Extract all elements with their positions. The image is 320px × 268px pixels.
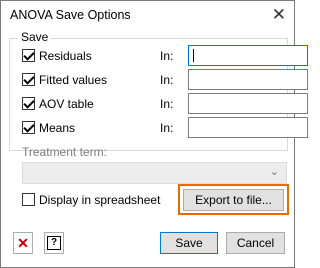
cancel-button[interactable]: Cancel	[226, 232, 285, 254]
residuals-checkbox[interactable]	[22, 49, 35, 62]
chevron-down-icon: ⌄	[269, 166, 279, 178]
aov-table-in-field[interactable]	[188, 93, 308, 114]
treatment-term-dropdown[interactable]: ⌄	[22, 162, 287, 184]
text-caret	[193, 49, 194, 62]
aov-table-label: AOV table	[39, 97, 94, 111]
export-to-file-button[interactable]: Export to file...	[183, 189, 284, 211]
fitted-values-checkbox[interactable]	[22, 73, 35, 86]
means-in-label: In:	[160, 121, 174, 135]
help-icon: ?	[47, 236, 61, 250]
save-button[interactable]: Save	[160, 232, 218, 254]
dialog-window: ANOVA Save Options ✕ Save Residuals In: …	[0, 0, 308, 268]
close-icon[interactable]: ✕	[272, 5, 286, 25]
display-spreadsheet-checkbox[interactable]	[22, 193, 35, 206]
means-checkbox[interactable]	[22, 121, 35, 134]
means-label: Means	[39, 121, 76, 135]
aov-table-checkbox[interactable]	[22, 97, 35, 110]
residuals-in-label: In:	[160, 49, 174, 63]
help-button[interactable]: ?	[44, 232, 64, 254]
aov-table-in-label: In:	[160, 97, 174, 111]
display-spreadsheet-label: Display in spreadsheet	[39, 193, 161, 207]
clear-icon[interactable]: ✕	[13, 232, 33, 254]
means-in-field[interactable]	[188, 117, 308, 138]
residuals-label: Residuals	[39, 49, 92, 63]
treatment-term-label: Treatment term:	[22, 145, 107, 159]
save-group-label: Save	[18, 30, 52, 44]
title-bar: ANOVA Save Options ✕	[1, 1, 294, 31]
residuals-in-field[interactable]	[188, 45, 308, 66]
fitted-values-in-label: In:	[160, 73, 174, 87]
dialog-title: ANOVA Save Options	[10, 8, 131, 22]
fitted-values-in-field[interactable]	[188, 69, 308, 90]
fitted-values-label: Fitted values	[39, 73, 108, 87]
